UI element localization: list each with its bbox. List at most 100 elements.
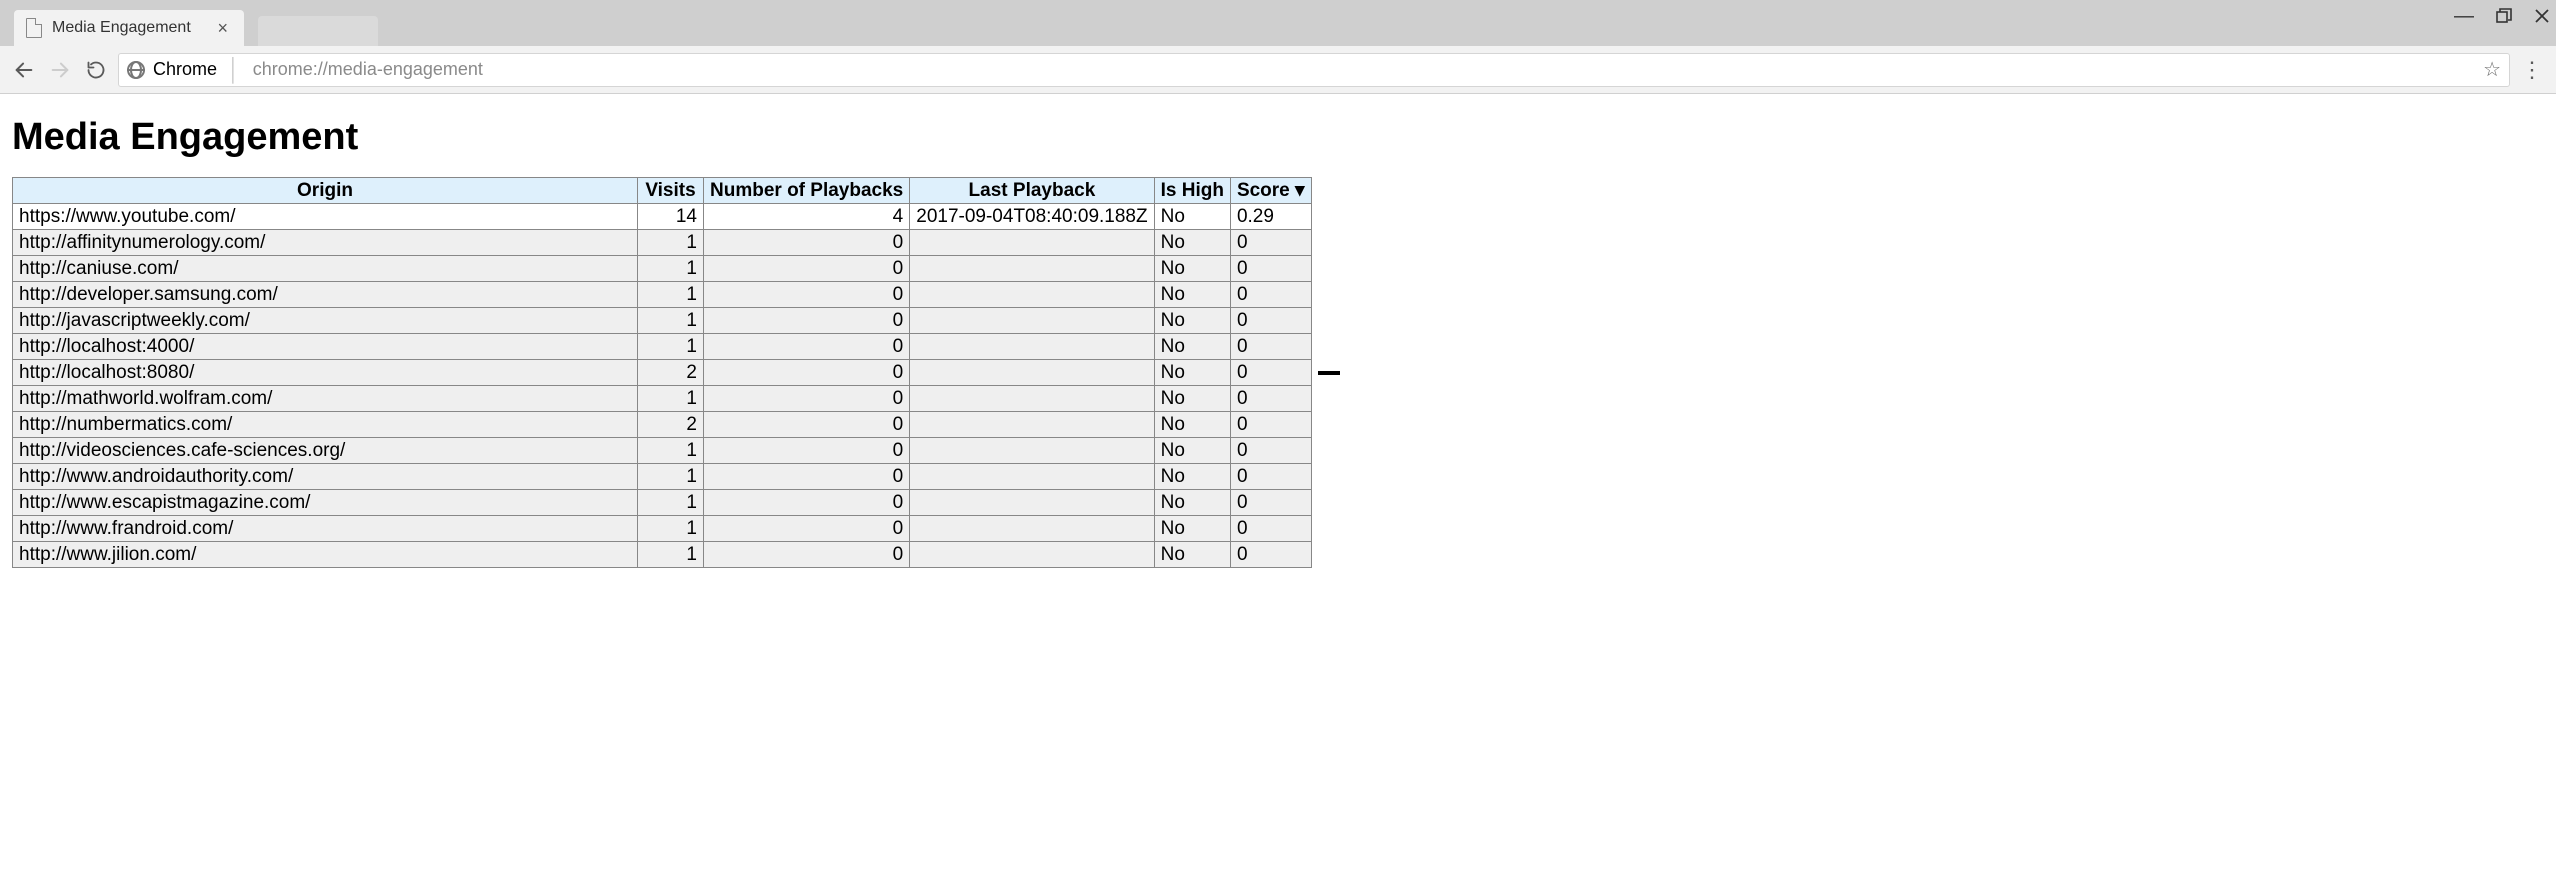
cell-origin: http://www.jilion.com/ <box>13 542 638 568</box>
cell-high: No <box>1154 412 1230 438</box>
browser-tab[interactable]: Media Engagement × <box>14 10 244 46</box>
cell-high: No <box>1154 386 1230 412</box>
cell-score: 0.29 <box>1230 204 1311 230</box>
new-tab-button[interactable] <box>258 16 378 46</box>
cell-score: 0 <box>1230 412 1311 438</box>
cell-origin: http://localhost:8080/ <box>13 360 638 386</box>
bookmark-star-icon[interactable]: ☆ <box>2483 57 2501 82</box>
cell-score: 0 <box>1230 308 1311 334</box>
media-engagement-table: Origin Visits Number of Playbacks Last P… <box>12 177 1312 568</box>
cell-origin: http://affinitynumerology.com/ <box>13 230 638 256</box>
address-bar[interactable]: Chrome │ chrome://media-engagement ☆ <box>118 53 2510 87</box>
cell-origin: http://localhost:4000/ <box>13 334 638 360</box>
cell-origin: http://videosciences.cafe-sciences.org/ <box>13 438 638 464</box>
cell-high: No <box>1154 542 1230 568</box>
forward-button[interactable] <box>46 56 74 84</box>
cell-visits: 2 <box>638 412 704 438</box>
close-window-icon[interactable] <box>2534 8 2550 24</box>
cell-playbacks: 0 <box>704 516 910 542</box>
url-scheme-label: Chrome <box>153 59 217 80</box>
col-playbacks[interactable]: Number of Playbacks <box>704 178 910 204</box>
col-visits[interactable]: Visits <box>638 178 704 204</box>
table-row: http://www.escapistmagazine.com/10No0 <box>13 490 1312 516</box>
cell-origin: http://numbermatics.com/ <box>13 412 638 438</box>
cell-playbacks: 0 <box>704 386 910 412</box>
table-header-row: Origin Visits Number of Playbacks Last P… <box>13 178 1312 204</box>
cell-visits: 1 <box>638 256 704 282</box>
cell-high: No <box>1154 308 1230 334</box>
col-origin[interactable]: Origin <box>13 178 638 204</box>
browser-toolbar: Chrome │ chrome://media-engagement ☆ ⋮ <box>0 46 2556 94</box>
cell-playbacks: 0 <box>704 308 910 334</box>
cell-visits: 1 <box>638 308 704 334</box>
cell-visits: 1 <box>638 464 704 490</box>
reload-button[interactable] <box>82 56 110 84</box>
table-row: http://caniuse.com/10No0 <box>13 256 1312 282</box>
cell-high: No <box>1154 438 1230 464</box>
cell-last <box>910 256 1154 282</box>
cell-playbacks: 0 <box>704 542 910 568</box>
cell-visits: 2 <box>638 360 704 386</box>
close-tab-icon[interactable]: × <box>213 17 232 39</box>
table-row: http://javascriptweekly.com/10No0 <box>13 308 1312 334</box>
cell-score: 0 <box>1230 360 1311 386</box>
cell-playbacks: 0 <box>704 464 910 490</box>
cell-visits: 1 <box>638 334 704 360</box>
cell-score: 0 <box>1230 256 1311 282</box>
cell-playbacks: 0 <box>704 230 910 256</box>
cell-high: No <box>1154 256 1230 282</box>
table-row: http://localhost:8080/20No0 <box>13 360 1312 386</box>
cell-high: No <box>1154 516 1230 542</box>
cell-high: No <box>1154 230 1230 256</box>
cell-playbacks: 0 <box>704 360 910 386</box>
minimize-icon[interactable]: — <box>2454 6 2474 26</box>
chrome-menu-button[interactable]: ⋮ <box>2518 56 2546 84</box>
cell-last <box>910 282 1154 308</box>
table-row: http://mathworld.wolfram.com/10No0 <box>13 386 1312 412</box>
cell-score: 0 <box>1230 464 1311 490</box>
table-row: http://numbermatics.com/20No0 <box>13 412 1312 438</box>
cell-visits: 1 <box>638 282 704 308</box>
cell-last <box>910 334 1154 360</box>
cell-score: 0 <box>1230 516 1311 542</box>
cell-playbacks: 0 <box>704 438 910 464</box>
table-row: http://developer.samsung.com/10No0 <box>13 282 1312 308</box>
cell-playbacks: 0 <box>704 412 910 438</box>
cell-last <box>910 464 1154 490</box>
back-button[interactable] <box>10 56 38 84</box>
cell-origin: http://developer.samsung.com/ <box>13 282 638 308</box>
table-row: http://www.jilion.com/10No0 <box>13 542 1312 568</box>
cell-origin: http://mathworld.wolfram.com/ <box>13 386 638 412</box>
cell-origin: http://caniuse.com/ <box>13 256 638 282</box>
cell-origin: https://www.youtube.com/ <box>13 204 638 230</box>
site-info-icon[interactable] <box>127 61 145 79</box>
cell-origin: http://www.androidauthority.com/ <box>13 464 638 490</box>
cell-playbacks: 0 <box>704 282 910 308</box>
page-icon <box>26 18 42 38</box>
col-score[interactable]: Score ▾ <box>1230 178 1311 204</box>
slider-handle-icon[interactable] <box>1318 371 1340 375</box>
cell-last <box>910 516 1154 542</box>
cell-origin: http://javascriptweekly.com/ <box>13 308 638 334</box>
window-titlebar: Media Engagement × — <box>0 0 2556 46</box>
cell-last: 2017-09-04T08:40:09.188Z <box>910 204 1154 230</box>
cell-high: No <box>1154 204 1230 230</box>
cell-last <box>910 308 1154 334</box>
cell-origin: http://www.escapistmagazine.com/ <box>13 490 638 516</box>
cell-high: No <box>1154 360 1230 386</box>
cell-high: No <box>1154 464 1230 490</box>
cell-score: 0 <box>1230 490 1311 516</box>
cell-last <box>910 490 1154 516</box>
maximize-icon[interactable] <box>2496 8 2512 24</box>
cell-visits: 1 <box>638 230 704 256</box>
col-last[interactable]: Last Playback <box>910 178 1154 204</box>
cell-last <box>910 360 1154 386</box>
cell-high: No <box>1154 282 1230 308</box>
cell-last <box>910 386 1154 412</box>
url-separator: │ <box>227 57 241 83</box>
cell-last <box>910 438 1154 464</box>
col-high[interactable]: Is High <box>1154 178 1230 204</box>
cell-playbacks: 4 <box>704 204 910 230</box>
url-text: chrome://media-engagement <box>253 59 483 80</box>
cell-last <box>910 230 1154 256</box>
